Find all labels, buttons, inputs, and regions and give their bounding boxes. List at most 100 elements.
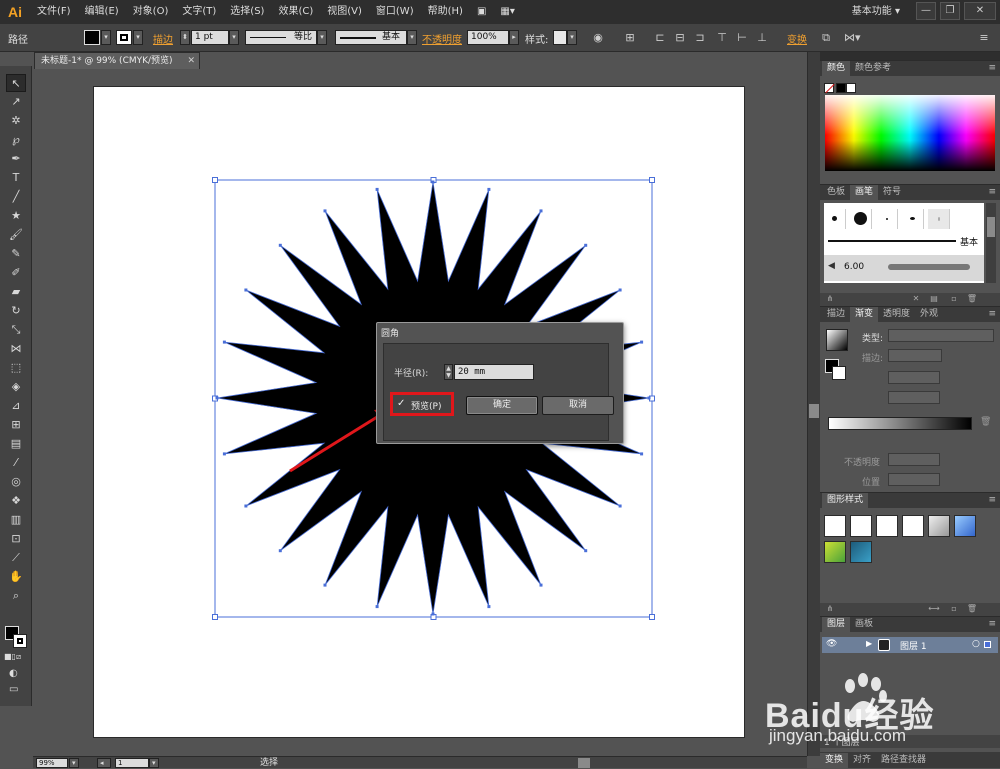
stroke-weight-stepper[interactable]: ⬍ — [180, 30, 190, 45]
color-mode-icons[interactable]: ■▯⧄ — [4, 652, 21, 662]
column-graph-tool-icon[interactable]: ▥ — [6, 511, 26, 529]
stroke-dropdown[interactable]: ▾ — [133, 30, 143, 45]
selection-tool-icon[interactable]: ↖ — [6, 74, 26, 92]
slice-tool-icon[interactable]: ⟋ — [6, 549, 26, 567]
minimize-button[interactable]: — — [916, 2, 936, 20]
radius-input[interactable]: 20 mm — [454, 364, 534, 380]
zoom-field[interactable]: 99% — [36, 758, 68, 768]
pen-tool-icon[interactable]: ✒ — [6, 150, 26, 168]
lasso-tool-icon[interactable]: ℘ — [6, 131, 26, 149]
new-style-icon[interactable]: ▫ — [948, 604, 960, 614]
screen-mode-icon[interactable]: ▭ — [9, 684, 18, 695]
panel-menu-icon[interactable]: ≡ — [988, 61, 996, 76]
graphic-style-green[interactable] — [824, 541, 846, 563]
artboard-dropdown[interactable]: ▾ — [149, 758, 159, 768]
panel-menu-icon[interactable]: ≡ — [988, 617, 996, 632]
panel-menu-icon[interactable]: ≡ — [988, 185, 996, 200]
opacity-field[interactable]: 100% — [467, 30, 509, 45]
white-swatch[interactable] — [846, 83, 856, 93]
workspace-switcher[interactable]: 基本功能 ▾ — [852, 4, 900, 20]
type-tool-icon[interactable]: T — [6, 169, 26, 187]
fill-swatch[interactable] — [84, 30, 100, 45]
panel-menu-icon[interactable]: ≡ — [988, 307, 996, 322]
symbol-sprayer-tool-icon[interactable]: ❖ — [6, 492, 26, 510]
tab-gradient[interactable]: 渐变 — [850, 307, 879, 322]
brush-library-icon[interactable]: ⋔ — [824, 294, 836, 304]
none-swatch[interactable] — [824, 83, 835, 94]
align-center-icon[interactable]: ⊟ — [672, 29, 688, 46]
brush-dot-calligraphic[interactable] — [902, 209, 924, 229]
direct-selection-tool-icon[interactable]: ↗ — [6, 93, 26, 111]
scale-tool-icon[interactable]: ⤡ — [6, 321, 26, 339]
tab-transparency[interactable]: 透明度 — [878, 307, 915, 322]
align-right-icon[interactable]: ⊐ — [692, 29, 708, 46]
pencil-tool-icon[interactable]: ✎ — [6, 245, 26, 263]
tab-symbols[interactable]: 符号 — [878, 185, 906, 200]
menu-view[interactable]: 视图(V) — [320, 0, 369, 24]
line-tool-icon[interactable]: ╱ — [6, 188, 26, 206]
stroke-weight-field[interactable]: 1 pt — [191, 30, 229, 45]
tab-color[interactable]: 颜色 — [822, 61, 851, 76]
brush-definition[interactable]: 基本 — [335, 30, 407, 45]
eraser-tool-icon[interactable]: ▰ — [6, 283, 26, 301]
control-panel-menu-icon[interactable]: ≡ — [976, 29, 992, 46]
cancel-button[interactable]: 取消 — [542, 396, 614, 415]
align-middle-icon[interactable]: ⊢ — [734, 29, 750, 46]
opacity-dropdown[interactable]: ▸ — [509, 30, 519, 45]
tab-graphic-styles[interactable]: 图形样式 — [822, 493, 869, 508]
magic-wand-tool-icon[interactable]: ✲ — [6, 112, 26, 130]
visibility-eye-icon[interactable]: 👁 — [826, 639, 837, 649]
artboard-tool-icon[interactable]: ⊡ — [6, 530, 26, 548]
tab-brushes[interactable]: 画笔 — [850, 185, 879, 200]
star-tool-icon[interactable]: ★ — [6, 207, 26, 225]
layer-row[interactable]: 👁 ▶ 图层 1 ○ — [822, 637, 998, 653]
remove-stroke-icon[interactable]: ✕ — [910, 294, 922, 304]
preview-checkbox[interactable]: ✓ — [397, 398, 405, 409]
gradient-type-dropdown[interactable] — [888, 329, 994, 342]
brush-dot-tiny[interactable] — [876, 209, 898, 229]
tab-layers[interactable]: 图层 — [822, 617, 851, 632]
graphic-style-gray[interactable] — [928, 515, 950, 537]
align-left-icon[interactable]: ⊏ — [652, 29, 668, 46]
close-window-button[interactable]: ✕ — [964, 2, 996, 20]
stroke-color-icon[interactable] — [13, 634, 27, 648]
horizontal-scroll-thumb[interactable] — [578, 758, 590, 768]
zoom-tool-icon[interactable]: ⌕ — [6, 587, 26, 605]
mesh-tool-icon[interactable]: ⊞ — [6, 416, 26, 434]
prev-artboard-button[interactable]: ◂ — [97, 758, 111, 768]
rotate-tool-icon[interactable]: ↻ — [6, 302, 26, 320]
ok-button[interactable]: 确定 — [466, 396, 538, 415]
recolor-artwork-icon[interactable]: ◉ — [590, 29, 606, 46]
align-bottom-icon[interactable]: ⊥ — [754, 29, 770, 46]
graphic-style-teal[interactable] — [850, 541, 872, 563]
menu-effect[interactable]: 效果(C) — [271, 0, 320, 24]
expand-layer-icon[interactable]: ▶ — [866, 639, 872, 648]
brush-dot-large[interactable] — [850, 209, 872, 229]
menu-help[interactable]: 帮助(H) — [421, 0, 470, 24]
brush-dot-soft[interactable] — [928, 209, 950, 229]
preview-label[interactable]: 预览(P) — [411, 399, 441, 412]
gradient-aspect-field[interactable] — [888, 391, 940, 404]
target-icon[interactable]: ○ — [972, 639, 980, 649]
align-top-icon[interactable]: ⊤ — [714, 29, 730, 46]
delete-stop-icon[interactable]: 🗑 — [980, 417, 991, 427]
perspective-grid-tool-icon[interactable]: ⊿ — [6, 397, 26, 415]
gradient-slider[interactable] — [828, 417, 972, 430]
tab-appearance[interactable]: 外观 — [915, 307, 943, 322]
art-brush-row[interactable]: ◀ 6.00 — [824, 255, 984, 281]
opacity-label[interactable]: 不透明度 — [422, 31, 462, 46]
tab-swatches[interactable]: 色板 — [822, 185, 850, 200]
gradient-thumbnail[interactable] — [826, 329, 848, 351]
delete-style-icon[interactable]: 🗑 — [966, 604, 978, 614]
new-brush-icon[interactable]: ▫ — [948, 294, 960, 304]
paintbrush-tool-icon[interactable]: 🖌 — [6, 226, 26, 244]
align-to-icon[interactable]: ⊞ — [622, 29, 638, 46]
menu-window[interactable]: 窗口(W) — [369, 0, 421, 24]
vertical-scroll-thumb[interactable] — [809, 404, 819, 418]
drawing-mode-icon[interactable]: ◐ — [9, 668, 18, 679]
black-swatch[interactable] — [836, 83, 846, 93]
brush-dot-small[interactable] — [824, 209, 846, 229]
shape-builder-tool-icon[interactable]: ◈ — [6, 378, 26, 396]
menu-select[interactable]: 选择(S) — [223, 0, 271, 24]
menu-edit[interactable]: 编辑(E) — [78, 0, 126, 24]
